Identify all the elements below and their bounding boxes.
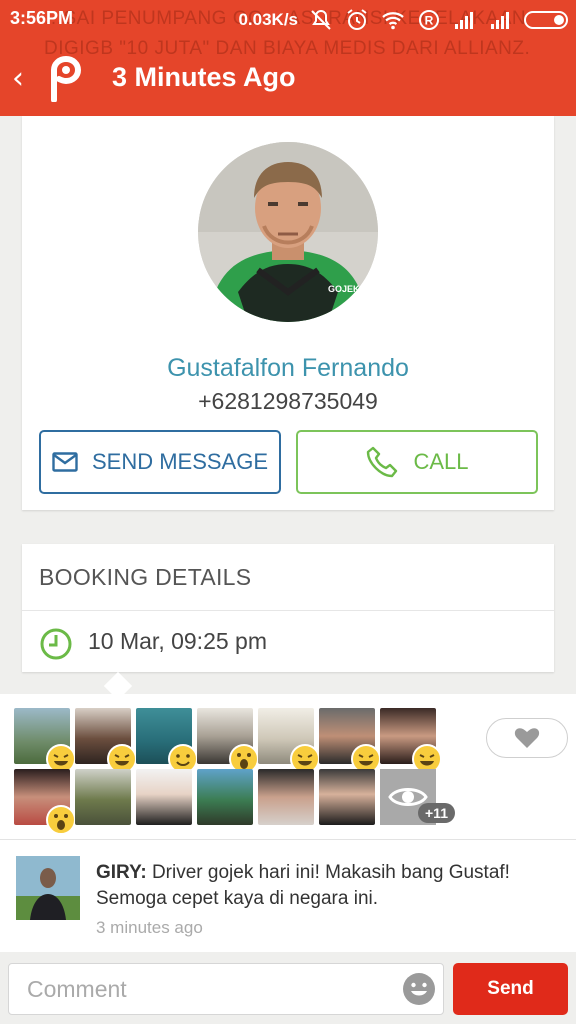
wifi-icon <box>382 12 404 30</box>
svg-text:R: R <box>425 14 434 28</box>
reactor-avatar[interactable] <box>75 708 137 774</box>
status-icons: 0.03K/s R <box>238 6 568 34</box>
reactor-avatar[interactable] <box>136 708 198 774</box>
divider <box>22 610 554 611</box>
page-title: 3 Minutes Ago <box>112 62 296 92</box>
booking-details-card: BOOKING DETAILS 10 Mar, 09:25 pm <box>22 544 554 672</box>
reactor-avatar[interactable] <box>258 708 320 774</box>
more-reactors-button[interactable]: +11 <box>380 769 455 825</box>
envelope-icon <box>52 452 78 472</box>
comment-input[interactable] <box>8 963 444 1015</box>
commenter-photo <box>16 856 80 920</box>
reactor-avatar[interactable] <box>14 769 76 835</box>
phone-icon <box>367 446 398 478</box>
clock-icon <box>40 628 72 660</box>
reactor-avatar[interactable] <box>14 708 76 774</box>
driver-card: GOJEK Gustafalfon Fernando +628129873504… <box>22 116 554 510</box>
comment-timestamp: 3 minutes ago <box>96 918 203 937</box>
battery-icon <box>524 11 568 29</box>
more-reactors-count: +11 <box>418 803 455 823</box>
svg-text:GOJEK: GOJEK <box>328 284 360 294</box>
comment-author[interactable]: GIRY: <box>96 862 147 883</box>
reactor-avatar[interactable] <box>136 769 192 825</box>
booking-details-title: BOOKING DETAILS <box>39 564 252 590</box>
status-bar: 3:56PM 0.03K/s R <box>0 0 576 40</box>
commenter-avatar[interactable] <box>16 856 80 920</box>
signal-icon-2 <box>491 12 509 29</box>
heart-icon <box>514 728 540 748</box>
send-message-button[interactable]: SEND MESSAGE <box>39 430 281 494</box>
driver-avatar: GOJEK <box>198 142 378 322</box>
signal-icon-1 <box>455 12 473 29</box>
reactor-avatar[interactable] <box>197 708 259 774</box>
driver-photo: GOJEK <box>198 142 378 322</box>
social-panel: +11 GIRY: Driver gojek hari ini! Makasih… <box>0 694 576 952</box>
reactor-avatar[interactable] <box>75 769 131 825</box>
driver-name: Gustafalfon Fernando <box>167 354 409 382</box>
comment-composer: Send <box>0 952 576 1024</box>
reactor-avatar[interactable] <box>258 769 314 825</box>
booking-datetime: 10 Mar, 09:25 pm <box>88 628 267 654</box>
driver-phone: +6281298735049 <box>198 388 378 414</box>
send-button[interactable]: Send <box>453 963 568 1015</box>
comment-body: Driver gojek hari ini! Makasih bang Gust… <box>96 862 510 909</box>
alarm-icon <box>347 9 367 30</box>
comment-text: GIRY: Driver gojek hari ini! Makasih ban… <box>96 860 556 912</box>
send-message-label: SEND MESSAGE <box>91 449 269 474</box>
back-button[interactable]: ‹ <box>12 60 36 100</box>
like-button[interactable] <box>486 718 568 758</box>
app-header: …SAI PENUMPANG GO… ASURANSI KECELAKAAN D… <box>0 0 576 116</box>
mute-icon <box>311 9 331 30</box>
wow-emoji-icon <box>46 805 76 835</box>
call-label: CALL <box>413 449 469 474</box>
registered-icon: R <box>419 10 439 30</box>
path-logo-icon[interactable] <box>44 56 86 102</box>
network-speed: 0.03K/s <box>238 10 298 29</box>
nav-bar: ‹ 3 Minutes Ago <box>0 50 576 110</box>
status-time: 3:56PM <box>10 8 74 28</box>
reactor-avatar[interactable] <box>197 769 253 825</box>
call-button[interactable]: CALL <box>296 430 538 494</box>
reactor-avatar[interactable] <box>380 708 442 774</box>
reactor-avatar[interactable] <box>319 708 381 774</box>
emoji-picker-icon[interactable] <box>402 972 436 1006</box>
divider <box>0 839 576 840</box>
reactor-avatar[interactable] <box>319 769 375 825</box>
